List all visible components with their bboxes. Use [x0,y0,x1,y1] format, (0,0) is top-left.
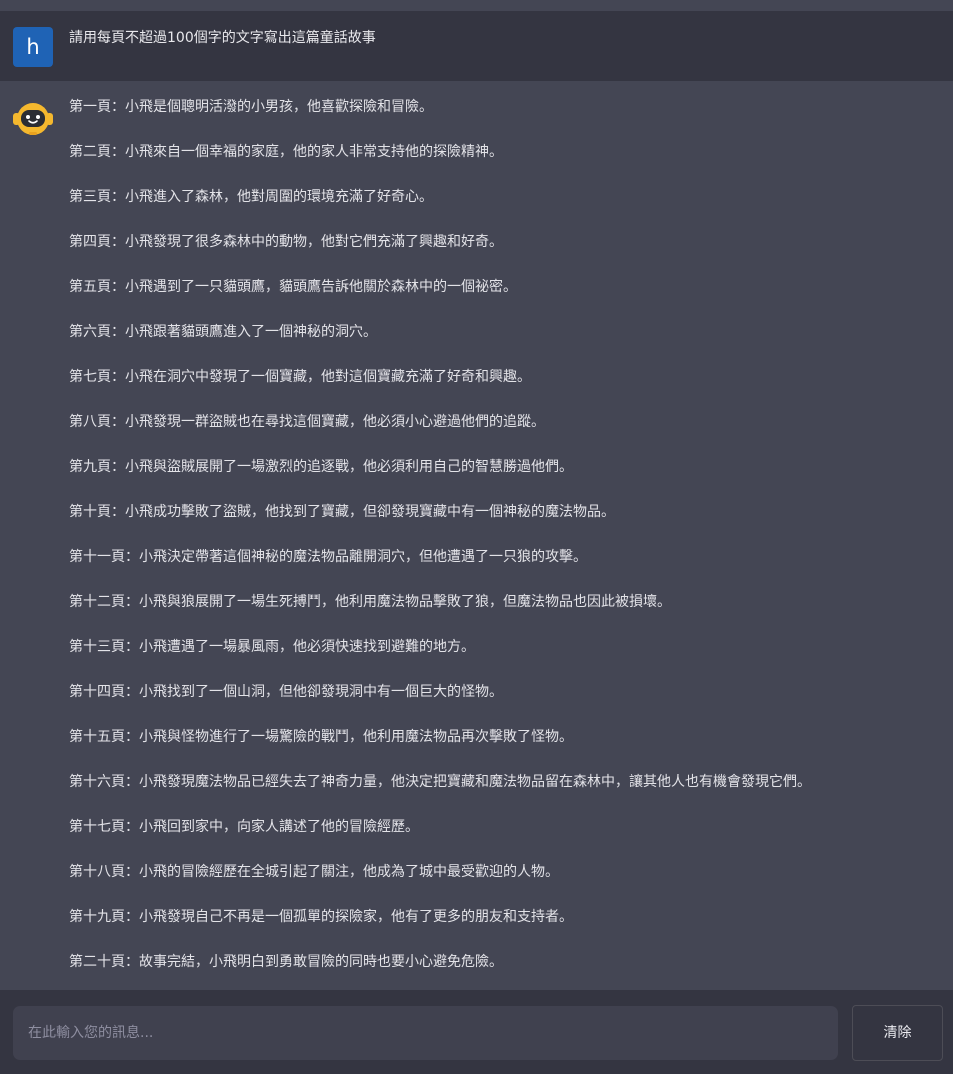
story-page-paragraph: 第十七頁：小飛回到家中，向家人講述了他的冒險經歷。 [69,819,419,835]
story-page-paragraph: 第十一頁：小飛決定帶著這個神秘的魔法物品離開洞穴，但他遭遇了一只狼的攻擊。 [69,549,587,565]
story-page-paragraph: 第十頁：小飛成功擊敗了盜賊，他找到了寶藏，但卻發現寶藏中有一個神秘的魔法物品。 [69,504,615,520]
story-page-paragraph: 第九頁：小飛與盜賊展開了一場激烈的追逐戰，他必須利用自己的智慧勝過他們。 [69,459,573,475]
story-page-paragraph: 第十五頁：小飛與怪物進行了一場驚險的戰鬥，他利用魔法物品再次擊敗了怪物。 [69,729,573,745]
top-strip [0,0,953,11]
clear-button[interactable]: 清除 [852,1005,943,1061]
story-page-paragraph: 第二頁：小飛來自一個幸福的家庭，他的家人非常支持他的探險精神。 [69,144,503,160]
story-page-paragraph: 第三頁：小飛進入了森林，他對周圍的環境充滿了好奇心。 [69,189,433,205]
user-avatar: h [13,27,53,67]
robot-face-icon [12,100,54,138]
story-page-paragraph: 第十六頁：小飛發現魔法物品已經失去了神奇力量，他決定把寶藏和魔法物品留在森林中，… [69,774,811,790]
story-page-paragraph: 第十九頁：小飛發現自己不再是一個孤單的探險家，他有了更多的朋友和支持者。 [69,909,573,925]
user-message-text: 請用每頁不超過100個字的文字寫出這篇童話故事 [69,30,376,46]
story-page-paragraph: 第六頁：小飛跟著貓頭鷹進入了一個神秘的洞穴。 [69,324,377,340]
story-page-paragraph: 第十八頁：小飛的冒險經歷在全城引起了關注，他成為了城中最受歡迎的人物。 [69,864,559,880]
assistant-message-text: 第一頁：小飛是個聰明活潑的小男孩，他喜歡探險和冒險。第二頁：小飛來自一個幸福的家… [69,97,811,997]
story-page-paragraph: 第十三頁：小飛遭遇了一場暴風雨，他必須快速找到避難的地方。 [69,639,475,655]
story-page-paragraph: 第十二頁：小飛與狼展開了一場生死搏鬥，他利用魔法物品擊敗了狼，但魔法物品也因此被… [69,594,671,610]
story-page-paragraph: 第十四頁：小飛找到了一個山洞，但他卻發現洞中有一個巨大的怪物。 [69,684,503,700]
assistant-message-row: 第一頁：小飛是個聰明活潑的小男孩，他喜歡探險和冒險。第二頁：小飛來自一個幸福的家… [0,81,953,990]
story-page-paragraph: 第四頁：小飛發現了很多森林中的動物，他對它們充滿了興趣和好奇。 [69,234,503,250]
story-page-paragraph: 第一頁：小飛是個聰明活潑的小男孩，他喜歡探險和冒險。 [69,99,433,115]
composer-bar: 清除 [0,990,953,1074]
story-page-paragraph: 第八頁：小飛發現一群盜賊也在尋找這個寶藏，他必須小心避過他們的追蹤。 [69,414,545,430]
user-message-row: h 請用每頁不超過100個字的文字寫出這篇童話故事 [0,11,953,81]
story-page-paragraph: 第七頁：小飛在洞穴中發現了一個寶藏，他對這個寶藏充滿了好奇和興趣。 [69,369,531,385]
message-input[interactable] [13,1006,838,1060]
story-page-paragraph: 第五頁：小飛遇到了一只貓頭鷹，貓頭鷹告訴他關於森林中的一個祕密。 [69,279,517,295]
